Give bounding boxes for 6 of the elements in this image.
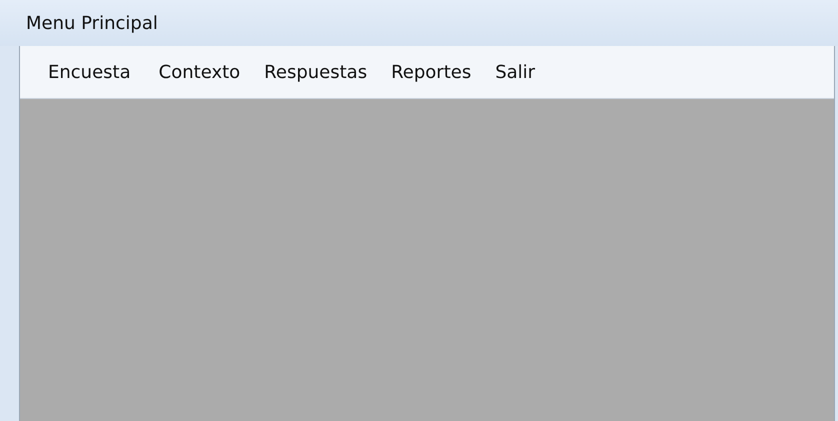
menu-item[interactable]: Salir [483, 58, 548, 86]
menu-item[interactable]: Respuestas [252, 58, 380, 86]
menu-item[interactable]: Contexto [146, 58, 252, 86]
menu-item[interactable]: Reportes [379, 58, 484, 86]
menu-item[interactable]: Encuesta [36, 58, 143, 86]
window-title: Menu Principal [26, 12, 158, 34]
